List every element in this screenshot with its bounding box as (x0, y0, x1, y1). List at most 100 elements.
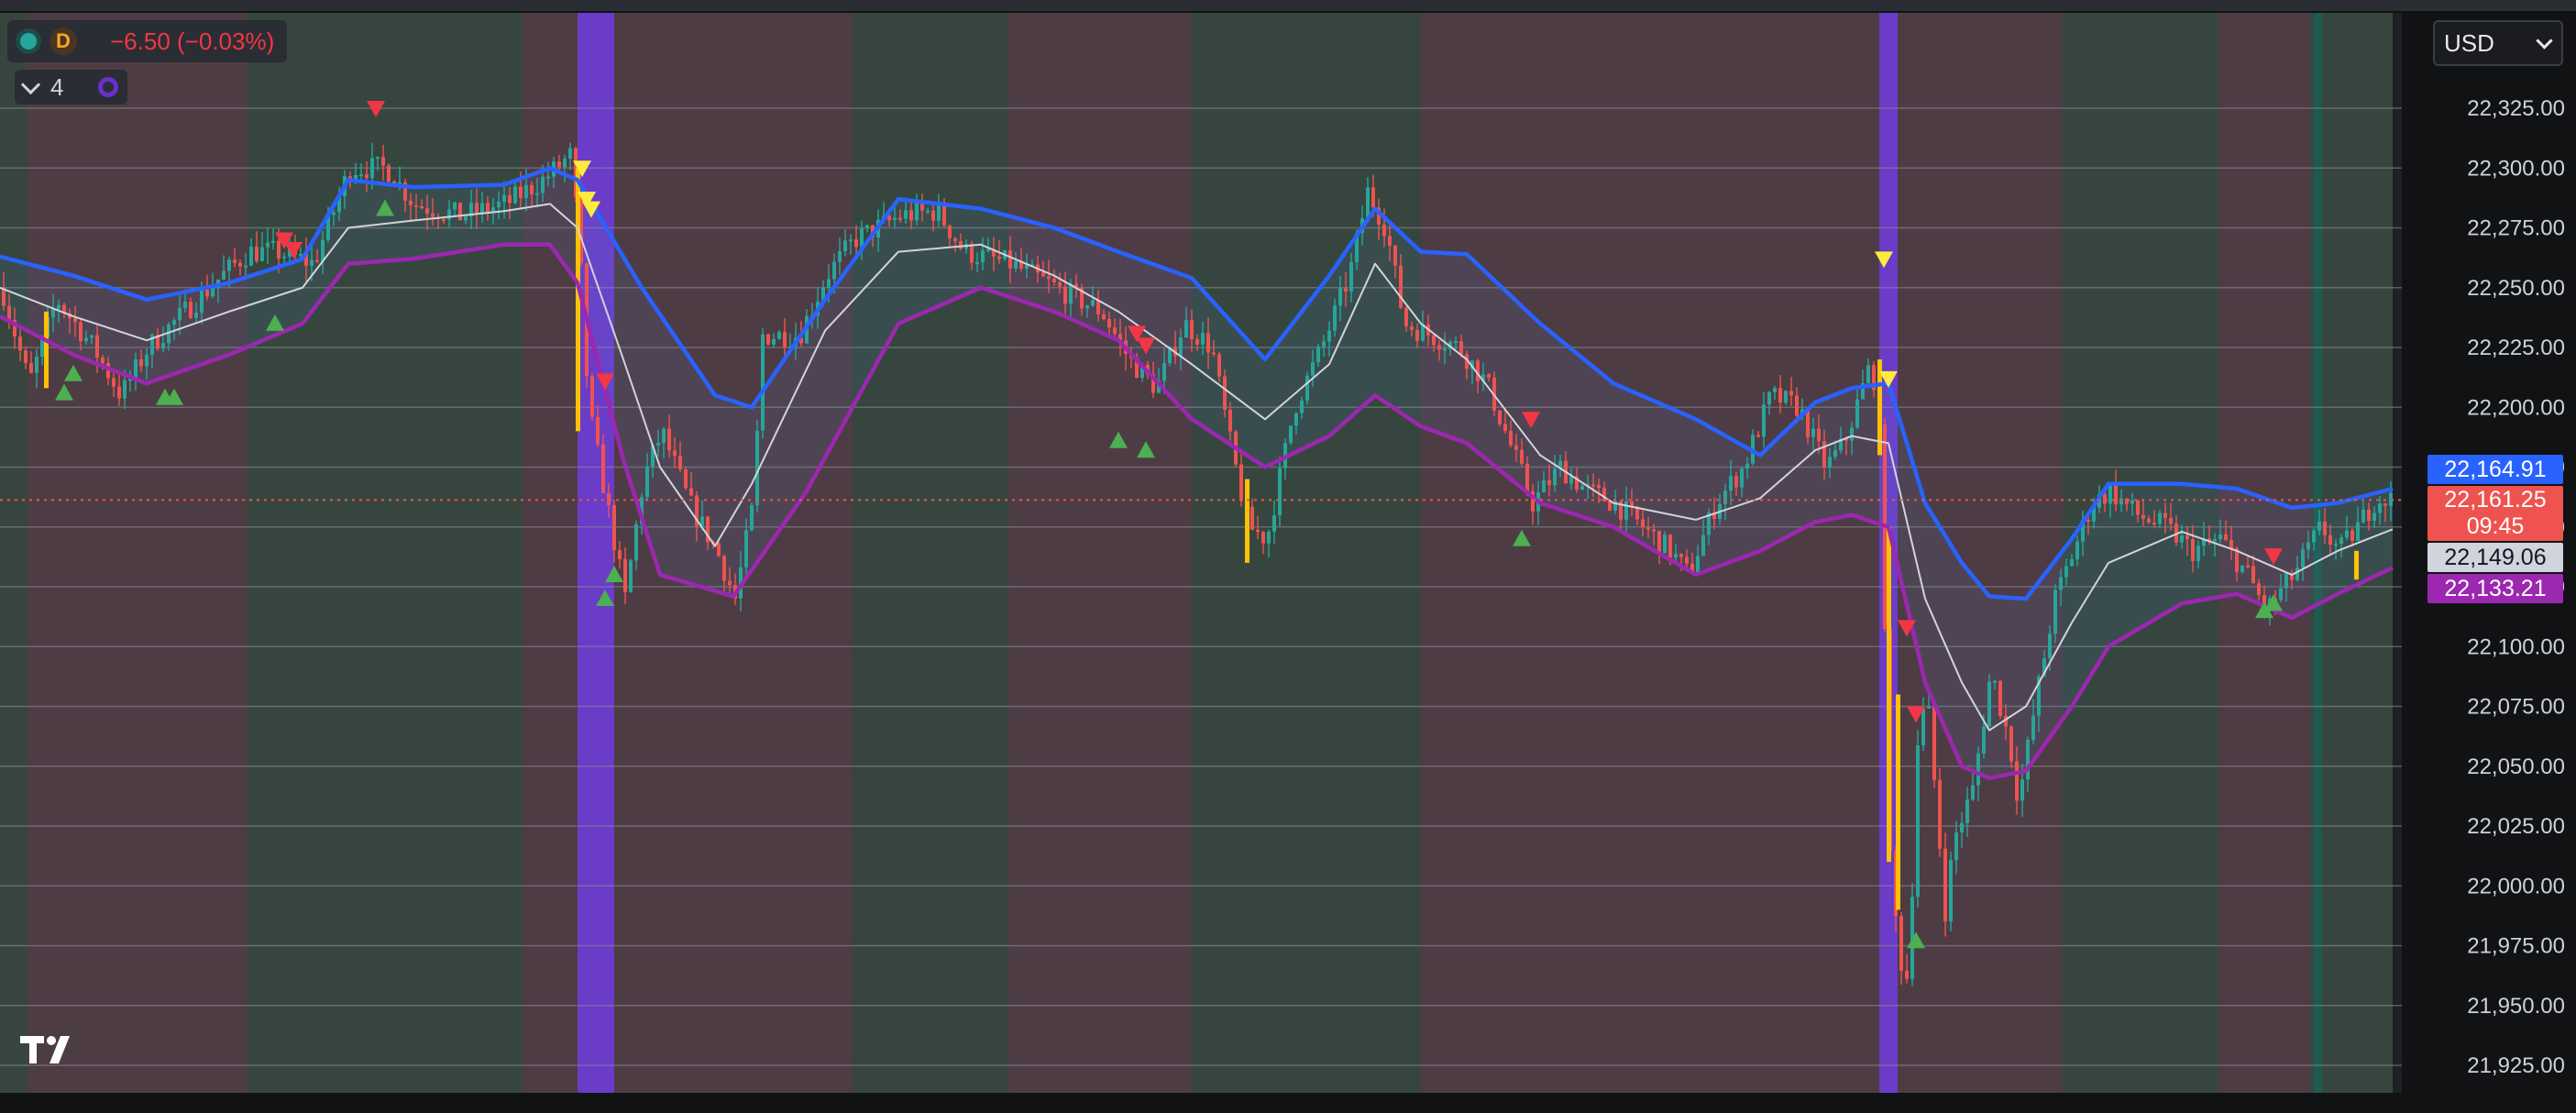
candle-body (1107, 319, 1111, 328)
candle-body (2317, 521, 2321, 531)
candle-body (1223, 376, 1227, 410)
candle-body (909, 210, 913, 221)
indicator-visibility-icon[interactable] (98, 77, 119, 97)
candle-body (1668, 534, 1672, 558)
candle-body (1272, 515, 1276, 532)
candle-body (282, 256, 286, 259)
highlighted-candle (576, 168, 580, 432)
candle-body (975, 262, 979, 265)
candle-body (117, 386, 121, 399)
price-tick-label: 22,025.00 (2467, 814, 2565, 839)
candle-body (315, 259, 319, 262)
candle-body (1817, 428, 1821, 442)
candle-body (1921, 708, 1925, 745)
candle-body (1503, 424, 1507, 432)
candle-body (2334, 544, 2338, 546)
candle-body (953, 237, 957, 242)
currency-select[interactable]: USD (2433, 20, 2563, 66)
candle-body (1085, 305, 1089, 309)
candle-body (2026, 739, 2030, 780)
candle-body (1069, 283, 1073, 304)
candle-body (1778, 388, 1782, 403)
session-band-down (1421, 13, 1467, 1093)
candle-body (1866, 365, 1870, 384)
candle-body (1487, 374, 1491, 378)
price-tick-label: 22,225.00 (2467, 336, 2565, 360)
candle-body (227, 259, 231, 271)
candle-body (1960, 822, 1964, 832)
candle-body (2284, 573, 2288, 589)
candle-body (2031, 715, 2035, 740)
candle-body (2224, 534, 2228, 540)
candle-body (2180, 535, 2184, 543)
candle-body (2158, 512, 2162, 524)
candle-body (1899, 916, 1903, 971)
candle-body (1646, 527, 1650, 530)
candle-body (926, 210, 930, 213)
candle-body (2312, 530, 2316, 543)
candle-body (1954, 832, 1958, 861)
candle-body (783, 332, 787, 347)
price-tick-label: 21,950.00 (2467, 994, 2565, 1019)
candle-body (95, 335, 99, 358)
indicators-toggle[interactable]: 4 (15, 70, 128, 105)
candle-body (1828, 457, 1832, 468)
candle-body (299, 254, 303, 257)
candle-body (1322, 341, 1326, 347)
candle-body (618, 550, 622, 559)
candle-body (1443, 348, 1447, 351)
candle-body (1410, 326, 1414, 330)
candle-body (898, 217, 902, 220)
candle-body (607, 492, 611, 505)
candle-body (986, 248, 990, 251)
candle-body (1333, 305, 1337, 331)
candle-body (590, 376, 594, 417)
candle-body (1542, 479, 1546, 493)
candle-body (2328, 534, 2332, 545)
candle-body (1041, 272, 1045, 277)
candle-body (1415, 329, 1419, 341)
candle-body (277, 240, 281, 259)
last-price-tag: 22,161.25 09:45 (2427, 486, 2563, 541)
candle-body (1971, 785, 1975, 800)
candle-body (2279, 588, 2283, 601)
candlestick-chart[interactable] (0, 13, 2402, 1093)
candle-body (1338, 288, 1342, 306)
candle-body (832, 261, 836, 280)
candle-body (1602, 488, 1606, 501)
candle-body (497, 202, 501, 208)
candle-body (777, 332, 781, 339)
symbol-legend[interactable]: D −6.50 (−0.03%) (7, 20, 288, 62)
candle-body (1047, 276, 1051, 280)
candle-body (464, 216, 468, 221)
candle-body (1547, 479, 1551, 486)
session-band-down (28, 13, 248, 1093)
candle-body (1228, 409, 1232, 432)
candle-body (1514, 445, 1518, 450)
candle-body (1723, 490, 1727, 504)
candle-body (200, 289, 204, 314)
highlighted-candle (44, 311, 49, 389)
candle-body (1195, 338, 1199, 345)
candle-body (1652, 529, 1656, 532)
candle-body (442, 219, 446, 222)
candle-body (1184, 320, 1188, 338)
candle-body (838, 251, 842, 262)
candle-body (1767, 391, 1771, 405)
candle-body (139, 358, 143, 367)
candle-body (854, 239, 858, 248)
candle-body (1217, 354, 1221, 377)
candle-body (981, 250, 985, 263)
chart-plot-area[interactable] (0, 13, 2402, 1093)
candle-body (172, 320, 176, 325)
candle-body (2009, 726, 2013, 762)
candle-body (1261, 532, 1265, 544)
candle-body (2103, 493, 2107, 504)
highlighted-candle (1896, 694, 1900, 910)
candle-body (1388, 236, 1392, 247)
price-tick-label: 22,325.00 (2467, 96, 2565, 121)
candle-body (2086, 519, 2090, 522)
candle-body (271, 240, 275, 243)
tradingview-logo[interactable] (20, 1034, 81, 1065)
highlighted-candle (1887, 526, 1891, 863)
